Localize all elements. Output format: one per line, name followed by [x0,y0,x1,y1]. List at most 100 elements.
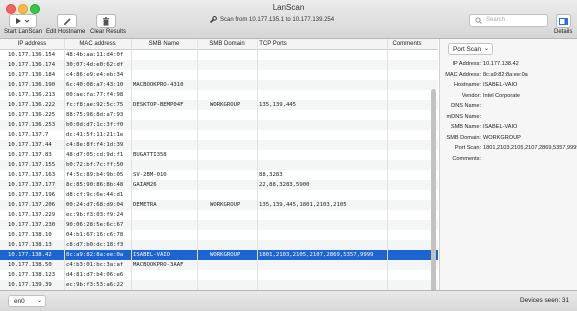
ip-cell: 10.177.136.190 [8,81,56,88]
detail-label: Hostname: [453,82,481,88]
mac-cell: ec:9b:f3:03:f9:24 [66,211,124,218]
mac-cell: 48:d7:05:cd:9d:f1 [66,151,124,158]
smb-domain-cell: WORKGROUP [210,201,241,208]
detail-value: 8c:a9:82:8a:ee:0a [483,71,528,78]
details-toggle-button[interactable] [556,14,571,28]
detail-label: Vendor: [461,92,481,99]
devices-seen-count: Devices seen: 31 [519,297,569,304]
mac-cell: c4:8e:8f:f4:1d:39 [66,141,124,148]
chevron-updown-icon: ⌄ [36,298,42,304]
smb-name-cell: SV-2BM-010 [133,171,167,178]
mac-cell: 04:b1:67:16:c6:78 [66,231,124,238]
ip-cell: 10.177.137.163 [8,171,56,178]
table-row[interactable]: 10.177.137.7 dc:41:5f:11:21:1e [0,130,438,140]
table-row[interactable]: 10.177.136.154 48:4b:aa:11:d4:0f [0,50,438,60]
mac-cell: 00:24:d7:68:d9:04 [66,201,124,208]
ip-cell: 10.177.137.206 [8,201,56,208]
table-row[interactable]: 10.177.137.206 00:24:d7:68:d9:04 DEMETRA WO… [0,200,438,210]
start-lanscan-button[interactable] [9,14,37,28]
mac-cell: c8:d7:b0:dc:18:f3 [66,241,124,248]
column-header-tcp-ports[interactable]: TCP Ports [257,41,289,47]
table-row[interactable]: 10.177.137.155 b0:72:bf:7c:ff:50 [0,160,438,170]
table-row[interactable]: 10.177.136.225 88:75:98:8d:a7:93 [0,110,438,120]
table-row[interactable]: 10.177.136.222 fc:f8:ae:92:5c:75 DESKTOP-B… [0,100,438,110]
table-row[interactable]: 10.177.137.229 ec:9b:f3:03:f9:24 [0,210,438,220]
column-divider [131,39,132,290]
mac-cell: 30:07:4d:e0:62:df [66,61,124,68]
table-row[interactable]: 10.177.138.10 04:b1:67:16:c6:78 [0,230,438,240]
ip-cell: 10.177.138.10 [8,231,52,238]
smb-name-cell: ISABEL-VAIO [133,251,171,258]
ip-cell: 10.177.137.196 [8,191,56,198]
pencil-icon [63,17,71,25]
detail-value: 1801,2103,2105,2107,2869,5357,9999 [483,145,577,151]
table-row[interactable]: 10.177.138.123 d4:81:d7:b4:06:e6 [0,270,438,280]
ip-cell: 10.177.137.7 [8,131,49,138]
edit-hostname-button[interactable] [57,14,77,28]
mac-cell: fc:f8:ae:92:5c:75 [66,101,124,108]
mac-cell: c4:b3:01:bc:3a:af [66,261,124,268]
table-row[interactable]: 10.177.138.50 c4:b3:01:bc:3a:af MACBOOKPRO… [0,260,438,270]
table-row[interactable]: 10.177.137.196 d8:cf:9c:6e:44:d1 [0,190,438,200]
table-scrollbar[interactable] [431,89,436,290]
play-icon [16,18,30,24]
interface-select[interactable]: en0 ⌄ [8,295,46,307]
ip-cell: 10.177.137.155 [8,161,56,168]
ip-cell: 10.177.138.123 [8,271,56,278]
details-mode-select[interactable]: Port Scan ⌄ [448,43,493,55]
column-header-mac[interactable]: MAC address [64,41,131,47]
wrench-icon [209,16,217,24]
ip-cell: 10.177.136.154 [8,51,56,58]
detail-value: WORKGROUP [483,134,521,141]
chevron-down-icon [24,19,30,23]
mac-cell: 90:06:28:5e:6c:67 [66,221,124,228]
detail-label: Comments: [452,155,481,162]
mac-cell: 8c:a9:82:8a:ee:0a [66,251,124,258]
table-row[interactable]: 10.177.136.184 c4:86:e9:e4:eb:34 [0,70,438,80]
tcp-ports-cell: 135,139,445,1801,2103,2105 [259,201,347,208]
ip-cell: 10.177.137.44 [8,141,52,148]
table-row[interactable]: 10.177.137.44 c4:8e:8f:f4:1d:39 [0,140,438,150]
smb-name-cell: DEMETRA [133,201,157,208]
trash-icon [103,16,109,26]
table-row[interactable]: 10.177.138.13 c8:d7:b0:dc:18:f3 [0,240,438,250]
table-row[interactable]: 10.177.139.39 ec:9b:f3:53:a6:22 [0,280,438,290]
ip-cell: 10.177.137.229 [8,211,56,218]
table-row[interactable]: 10.177.136.213 00:ae:fa:77:f4:98 [0,90,438,100]
column-header-ip[interactable]: IP address [0,41,64,47]
ip-cell: 10.177.136.213 [8,91,56,98]
table-row[interactable]: 10.177.137.83 48:d7:05:cd:9d:f1 BUGATTI358 [0,150,438,160]
tcp-ports-cell: 88,3283 [259,171,283,178]
ip-cell: 10.177.136.174 [8,61,56,68]
table-row[interactable]: 10.177.137.177 8c:85:90:86:8b:48 GAIAM26 22… [0,180,438,190]
table-row[interactable]: 10.177.137.163 f4:5c:89:b4:9b:05 SV-2BM-01… [0,170,438,180]
window-title: LanScan [272,3,305,12]
table-row[interactable]: 10.177.138.42 8c:a9:82:8a:ee:0a ISABEL-VAI… [0,250,438,260]
clear-results-button[interactable] [96,14,116,28]
ip-cell: 10.177.136.184 [8,71,56,78]
ip-cell: 10.177.138.13 [8,241,52,248]
ip-cell: 10.177.138.42 [8,251,52,258]
column-header-comments[interactable]: Comments [387,41,427,47]
mac-cell: d4:81:d7:b4:06:e6 [66,271,124,278]
search-input[interactable]: Search [469,14,548,27]
table-row[interactable]: 10.177.136.253 b0:0d:d7:1c:3f:f0 [0,120,438,130]
mac-cell: b0:72:bf:7c:ff:50 [66,161,124,168]
mac-cell: ec:9b:f3:53:a6:22 [66,281,124,288]
mac-cell: 6c:40:08:a7:43:10 [66,81,124,88]
column-header-smb-domain[interactable]: SMB Domain [197,41,257,47]
tcp-ports-cell: 1801,2103,2105,2107,2869,5357,9999 [259,251,374,258]
details-panel: Port Scan ⌄ IP Address: 10.177.138.42 MAC … [439,39,577,290]
detail-label: mDNS Name: [446,113,482,120]
sidebar-icon [559,17,568,25]
mac-cell: d8:cf:9c:6e:44:d1 [66,191,124,198]
detail-value: 10.177.138.42 [483,61,519,67]
column-header-smb-name[interactable]: SMB Name [131,41,197,47]
scan-range-status: Scan from 10.177.135.1 to 10.177.139.254 [220,17,335,23]
detail-label: SMB Name: [450,124,481,130]
ip-cell: 10.177.136.253 [8,121,56,128]
table-row[interactable]: 10.177.136.174 30:07:4d:e0:62:df [0,60,438,70]
table-row[interactable]: 10.177.137.230 90:06:28:5e:6c:67 [0,220,438,230]
table-row[interactable]: 10.177.136.190 6c:40:08:a7:43:10 MACBOOKPR… [0,80,438,90]
mac-cell: 8c:85:90:86:8b:48 [66,181,124,188]
